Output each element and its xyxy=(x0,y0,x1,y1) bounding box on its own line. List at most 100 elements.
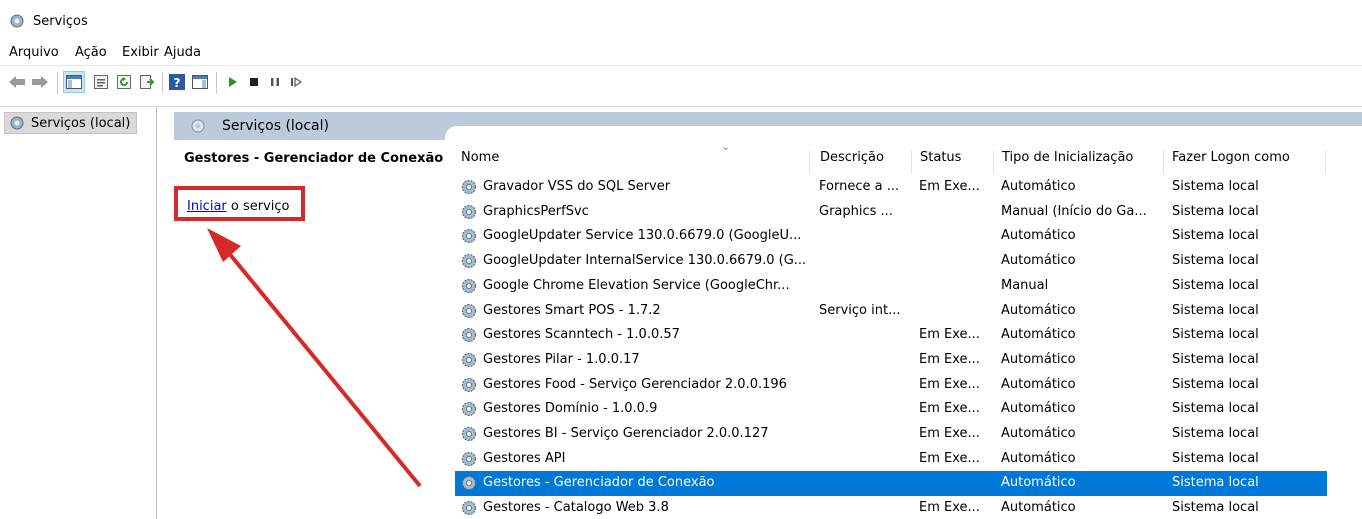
cell-status: Em Exe... xyxy=(919,401,980,417)
cell-logon: Sistema local xyxy=(1172,401,1259,417)
cell-name: Gestores API xyxy=(483,450,566,466)
forward-arrow-icon[interactable] xyxy=(31,73,49,91)
cell-startup: Automático xyxy=(1001,376,1076,392)
cell-status: Em Exe... xyxy=(919,351,980,367)
table-row[interactable]: GoogleUpdater Service 130.0.6679.0 (Goog… xyxy=(455,224,1327,249)
cell-name: GoogleUpdater InternalService 130.0.6679… xyxy=(483,253,807,269)
window-title: Serviços xyxy=(33,14,88,29)
service-gear-icon xyxy=(461,352,477,367)
cell-name: Gestores - Gerenciador de Conexão xyxy=(483,475,715,491)
cell-logon: Sistema local xyxy=(1172,327,1259,343)
column-header-status[interactable]: Status xyxy=(912,150,994,174)
cell-startup: Manual xyxy=(1001,277,1049,293)
service-gear-icon xyxy=(461,426,477,442)
service-gear-icon xyxy=(461,179,477,195)
cell-startup: Automático xyxy=(1001,302,1076,318)
table-row[interactable]: Gestores Domínio - 1.0.0.9 Em Exe... Autom… xyxy=(455,397,1327,422)
service-gear-icon xyxy=(461,402,477,417)
column-header-name[interactable]: Nome xyxy=(455,150,810,174)
cell-startup: Automático xyxy=(1001,228,1076,244)
properties-icon[interactable] xyxy=(92,73,110,91)
cell-name: Gestores Domínio - 1.0.0.9 xyxy=(483,401,658,417)
services-gear-icon xyxy=(10,14,24,28)
service-gear-icon xyxy=(461,451,477,466)
cell-status: Em Exe... xyxy=(919,327,980,343)
service-gear-icon xyxy=(461,229,477,244)
table-row[interactable]: GraphicsPerfSvc Graphics ... Manual (Iníci… xyxy=(455,200,1327,225)
help-icon[interactable]: ? xyxy=(168,73,186,91)
cell-name: Gestores BI - Serviço Gerenciador 2.0.0.… xyxy=(483,426,769,441)
show-action-pane-icon[interactable] xyxy=(191,73,209,91)
cell-logon: Sistema local xyxy=(1172,179,1259,194)
table-row[interactable]: Gestores Food - Serviço Gerenciador 2.0.… xyxy=(455,373,1327,398)
resume-service-icon[interactable] xyxy=(287,73,305,91)
cell-status: Em Exe... xyxy=(919,426,980,441)
selected-service-name: Gestores - Gerenciador de Conexão xyxy=(184,151,444,166)
table-row[interactable]: Gestores Scanntech - 1.0.0.57 Em Exe... Au… xyxy=(455,323,1327,348)
menu-acao[interactable]: Ação xyxy=(75,45,107,60)
back-arrow-icon[interactable] xyxy=(8,73,26,91)
cell-name: Google Chrome Elevation Service (GoogleC… xyxy=(483,277,790,293)
services-gear-icon xyxy=(10,116,24,130)
refresh-icon[interactable] xyxy=(115,73,133,91)
cell-name: GraphicsPerfSvc xyxy=(483,203,589,219)
cell-status: Em Exe... xyxy=(919,450,980,466)
service-gear-icon xyxy=(461,500,477,516)
console-tree: Serviços (local) xyxy=(0,107,157,519)
table-row[interactable]: Gestores - Gerenciador de Conexão Automát… xyxy=(455,471,1327,497)
menu-arquivo[interactable]: Arquivo xyxy=(9,45,59,60)
column-header-startup-type[interactable]: Tipo de Inicialização xyxy=(994,150,1164,174)
export-list-icon[interactable] xyxy=(138,73,156,91)
start-service-link[interactable]: Iniciar xyxy=(187,199,227,214)
pause-service-icon[interactable] xyxy=(266,73,284,91)
cell-logon: Sistema local xyxy=(1172,203,1259,219)
column-header-logon-as[interactable]: Fazer Logon como xyxy=(1164,150,1326,174)
panel-title: Serviços (local) xyxy=(222,118,329,134)
cell-desc: Graphics ... xyxy=(819,203,893,219)
column-headers: ⌄ Nome Descrição Status Tipo de Iniciali… xyxy=(455,140,1327,174)
services-gear-icon xyxy=(191,119,205,133)
menu-bar: Arquivo Ação Exibir Ajuda xyxy=(0,40,1362,66)
table-row[interactable]: GoogleUpdater InternalService 130.0.6679… xyxy=(455,249,1327,274)
service-gear-icon xyxy=(461,278,477,293)
start-service-action: Iniciar o serviço xyxy=(187,199,290,214)
stop-service-icon[interactable] xyxy=(245,73,263,91)
cell-name: GoogleUpdater Service 130.0.6679.0 (Goog… xyxy=(483,228,802,244)
cell-name: Gestores Smart POS - 1.7.2 xyxy=(483,302,661,318)
service-gear-icon xyxy=(461,476,477,491)
table-row[interactable]: Gestores Smart POS - 1.7.2 Serviço int...… xyxy=(455,299,1327,324)
toolbar-divider xyxy=(0,106,1362,107)
cell-logon: Sistema local xyxy=(1172,376,1259,392)
cell-logon: Sistema local xyxy=(1172,500,1259,516)
table-row[interactable]: Gestores BI - Serviço Gerenciador 2.0.0.… xyxy=(455,422,1327,447)
cell-desc: Serviço int... xyxy=(819,302,901,318)
cell-startup: Automático xyxy=(1001,327,1076,343)
table-row[interactable]: Gestores - Catalogo Web 3.8 Em Exe... Auto… xyxy=(455,496,1327,519)
cell-name: Gestores Food - Serviço Gerenciador 2.0.… xyxy=(483,376,787,392)
menu-ajuda[interactable]: Ajuda xyxy=(164,45,201,60)
table-row[interactable]: Gestores Pilar - 1.0.0.17 Em Exe... Automá… xyxy=(455,348,1327,373)
menu-exibir[interactable]: Exibir xyxy=(122,45,159,60)
cell-desc: Fornece a ... xyxy=(819,179,900,194)
start-service-icon[interactable] xyxy=(224,73,242,91)
cell-startup: Automático xyxy=(1001,500,1076,516)
cell-startup: Automático xyxy=(1001,351,1076,367)
tree-item-services-local[interactable]: Serviços (local) xyxy=(4,112,138,134)
service-gear-icon xyxy=(461,253,477,269)
cell-startup: Automático xyxy=(1001,450,1076,466)
cell-name: Gestores Pilar - 1.0.0.17 xyxy=(483,351,640,367)
cell-startup: Automático xyxy=(1001,426,1076,441)
table-row[interactable]: Gestores API Em Exe... Automático Sistema l… xyxy=(455,447,1327,472)
table-row[interactable]: Gravador VSS do SQL Server Fornece a ... E… xyxy=(455,175,1327,200)
description-pane: Gestores - Gerenciador de Conexão Inicia… xyxy=(174,140,445,519)
show-hide-console-tree-icon[interactable] xyxy=(63,71,85,93)
cell-startup: Manual (Início do Ga... xyxy=(1001,203,1147,219)
cell-status: Em Exe... xyxy=(919,376,980,392)
cell-status: Em Exe... xyxy=(919,500,980,516)
cell-logon: Sistema local xyxy=(1172,253,1259,269)
cell-logon: Sistema local xyxy=(1172,277,1259,293)
column-header-description[interactable]: Descrição xyxy=(812,150,912,174)
title-bar: Serviços xyxy=(0,0,1362,40)
table-row[interactable]: Google Chrome Elevation Service (GoogleC… xyxy=(455,274,1327,299)
service-gear-icon xyxy=(461,303,477,318)
